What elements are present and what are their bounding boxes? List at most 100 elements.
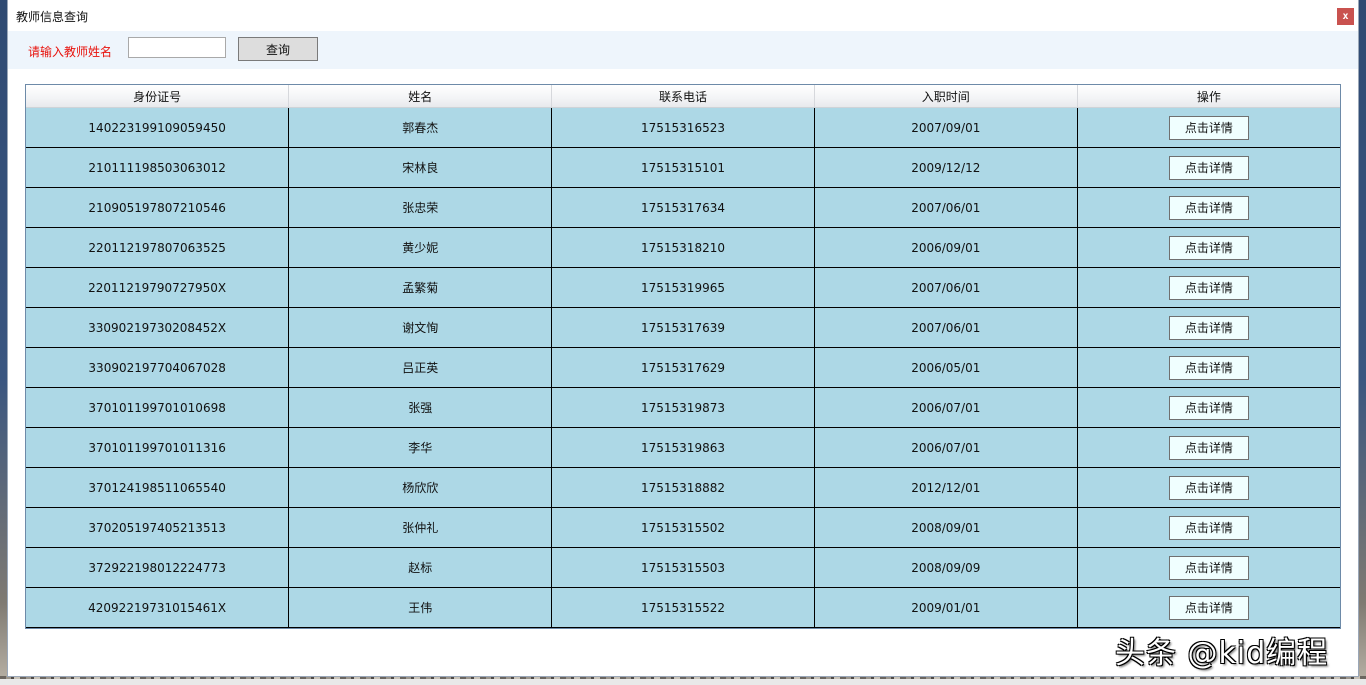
cell-phone: 17515317629	[551, 347, 815, 388]
cell-id: 370205197405213513	[26, 507, 290, 548]
cell-name: 黄少妮	[288, 227, 553, 268]
window-title: 教师信息查询	[16, 10, 89, 24]
query-button[interactable]: 查询	[238, 37, 318, 61]
cell-id: 42092219731015461X	[26, 587, 290, 628]
detail-button[interactable]: 点击详情	[1168, 275, 1249, 300]
cell-phone: 17515315101	[551, 147, 815, 188]
cell-name: 张仲礼	[288, 507, 553, 548]
cell-id: 210905197807210546	[26, 187, 290, 228]
cell-id: 370101199701011316	[26, 427, 290, 468]
watermark: 头条 @kid编程	[1115, 636, 1329, 671]
cell-action: 点击详情	[1077, 587, 1340, 628]
table-row[interactable]: 42092219731015461X 王伟 17515315522 2009/01/0…	[26, 587, 1340, 628]
cell-hire-date: 2007/06/01	[814, 267, 1078, 308]
table-header-row: 身份证号 姓名 联系电话 入职时间 操作	[26, 85, 1340, 108]
cell-phone: 17515319863	[551, 427, 815, 468]
cell-id: 22011219790727950X	[26, 267, 290, 308]
cell-action: 点击详情	[1077, 107, 1340, 148]
teacher-table: 身份证号 姓名 联系电话 入职时间 操作 140223199109059450 郭…	[25, 84, 1341, 629]
cell-action: 点击详情	[1077, 147, 1340, 188]
table-row[interactable]: 330902197704067028 吕正英 17515317629 2006/05/…	[26, 347, 1340, 388]
cell-name: 张强	[288, 387, 553, 428]
cell-id: 370101199701010698	[26, 387, 290, 428]
taskbar-edge	[0, 679, 1366, 685]
cell-id: 220112197807063525	[26, 227, 290, 268]
teacher-name-input[interactable]	[128, 37, 226, 58]
cell-action: 点击详情	[1077, 467, 1340, 508]
table-row[interactable]: 210905197807210546 张忠荣 17515317634 2007/06/…	[26, 187, 1340, 228]
cell-name: 张忠荣	[288, 187, 553, 228]
column-header-id[interactable]: 身份证号	[26, 85, 290, 108]
cell-action: 点击详情	[1077, 187, 1340, 228]
cell-id: 210111198503063012	[26, 147, 290, 188]
cell-phone: 17515315503	[551, 547, 815, 588]
cell-hire-date: 2006/07/01	[814, 387, 1078, 428]
cell-name: 王伟	[288, 587, 553, 628]
cell-id: 372922198012224773	[26, 547, 290, 588]
cell-action: 点击详情	[1077, 427, 1340, 468]
detail-button[interactable]: 点击详情	[1168, 315, 1249, 340]
cell-hire-date: 2007/09/01	[814, 107, 1078, 148]
column-header-name[interactable]: 姓名	[288, 85, 553, 108]
cell-hire-date: 2007/06/01	[814, 307, 1078, 348]
close-button[interactable]: x	[1337, 8, 1354, 25]
cell-hire-date: 2007/06/01	[814, 187, 1078, 228]
detail-button[interactable]: 点击详情	[1168, 355, 1249, 380]
detail-button[interactable]: 点击详情	[1168, 475, 1249, 500]
cell-hire-date: 2008/09/01	[814, 507, 1078, 548]
cell-hire-date: 2009/12/12	[814, 147, 1078, 188]
table-row[interactable]: 220112197807063525 黄少妮 17515318210 2006/09/…	[26, 227, 1340, 268]
search-bar: 请输入教师姓名 查询	[8, 31, 1358, 69]
table-row[interactable]: 33090219730208452X 谢文恂 17515317639 2007/06/…	[26, 307, 1340, 348]
detail-button[interactable]: 点击详情	[1168, 235, 1249, 260]
cell-name: 谢文恂	[288, 307, 553, 348]
detail-button[interactable]: 点击详情	[1168, 515, 1249, 540]
cell-phone: 17515315502	[551, 507, 815, 548]
cell-name: 杨欣欣	[288, 467, 553, 508]
cell-id: 330902197704067028	[26, 347, 290, 388]
detail-button[interactable]: 点击详情	[1168, 435, 1249, 460]
cell-phone: 17515317639	[551, 307, 815, 348]
table-row[interactable]: 370124198511065540 杨欣欣 17515318882 2012/12/…	[26, 467, 1340, 508]
cell-name: 郭春杰	[288, 107, 553, 148]
detail-button[interactable]: 点击详情	[1168, 555, 1249, 580]
close-icon: x	[1342, 11, 1349, 22]
table-row[interactable]: 370101199701010698 张强 17515319873 2006/07/0…	[26, 387, 1340, 428]
table-row[interactable]: 22011219790727950X 孟繁菊 17515319965 2007/06/…	[26, 267, 1340, 308]
detail-button[interactable]: 点击详情	[1168, 115, 1249, 140]
cell-phone: 17515317634	[551, 187, 815, 228]
cell-phone: 17515315522	[551, 587, 815, 628]
search-label: 请输入教师姓名	[28, 45, 113, 59]
column-header-phone[interactable]: 联系电话	[551, 85, 815, 108]
table-row[interactable]: 370101199701011316 李华 17515319863 2006/07/0…	[26, 427, 1340, 468]
cell-name: 宋林良	[288, 147, 553, 188]
table-row[interactable]: 140223199109059450 郭春杰 17515316523 2007/09/…	[26, 107, 1340, 148]
cell-hire-date: 2006/07/01	[814, 427, 1078, 468]
cell-hire-date: 2006/09/01	[814, 227, 1078, 268]
detail-button[interactable]: 点击详情	[1168, 595, 1249, 620]
title-bar: 教师信息查询 x	[8, 0, 1358, 31]
cell-name: 赵标	[288, 547, 553, 588]
cell-action: 点击详情	[1077, 267, 1340, 308]
column-header-action[interactable]: 操作	[1077, 85, 1340, 108]
cell-action: 点击详情	[1077, 387, 1340, 428]
cell-hire-date: 2009/01/01	[814, 587, 1078, 628]
cell-hire-date: 2008/09/09	[814, 547, 1078, 588]
detail-button[interactable]: 点击详情	[1168, 155, 1249, 180]
column-header-hire-date[interactable]: 入职时间	[814, 85, 1078, 108]
cell-hire-date: 2006/05/01	[814, 347, 1078, 388]
detail-button[interactable]: 点击详情	[1168, 395, 1249, 420]
cell-phone: 17515319873	[551, 387, 815, 428]
cell-hire-date: 2012/12/01	[814, 467, 1078, 508]
detail-button[interactable]: 点击详情	[1168, 195, 1249, 220]
cell-action: 点击详情	[1077, 347, 1340, 388]
cell-phone: 17515316523	[551, 107, 815, 148]
cell-name: 孟繁菊	[288, 267, 553, 308]
cell-name: 吕正英	[288, 347, 553, 388]
cell-id: 33090219730208452X	[26, 307, 290, 348]
table-row[interactable]: 372922198012224773 赵标 17515315503 2008/09/0…	[26, 547, 1340, 588]
table-row[interactable]: 370205197405213513 张仲礼 17515315502 2008/09/…	[26, 507, 1340, 548]
cell-phone: 17515318210	[551, 227, 815, 268]
table-row[interactable]: 210111198503063012 宋林良 17515315101 2009/12/…	[26, 147, 1340, 188]
cell-action: 点击详情	[1077, 507, 1340, 548]
